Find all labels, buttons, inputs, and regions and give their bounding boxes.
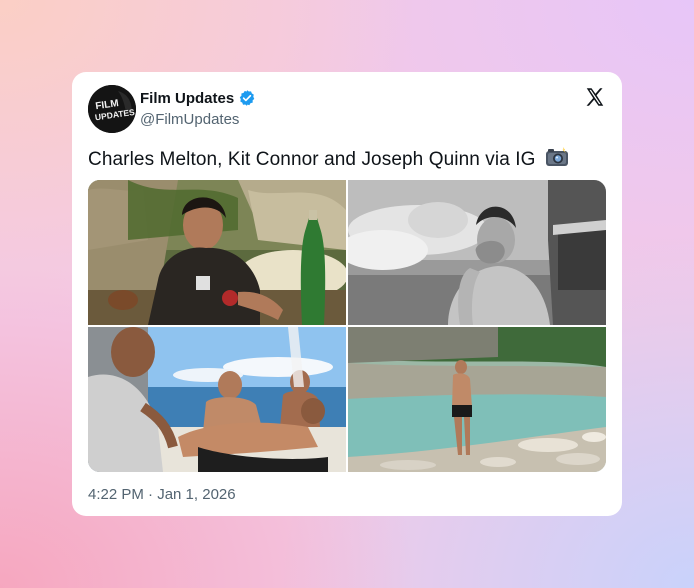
author-name[interactable]: Film Updates xyxy=(140,90,234,107)
x-logo-icon[interactable] xyxy=(584,86,606,108)
media-grid xyxy=(88,180,606,472)
tweet-text: Charles Melton, Kit Connor and Joseph Qu… xyxy=(88,146,569,174)
tweet-card: FILM UPDATES Film Updates @FilmUpdates C… xyxy=(72,72,622,516)
author-handle[interactable]: @FilmUpdates xyxy=(140,111,239,128)
photo-man-lighting-cigarette-bw[interactable] xyxy=(348,180,606,325)
verified-badge-icon xyxy=(238,89,256,107)
author-avatar[interactable]: FILM UPDATES xyxy=(88,85,136,133)
photo-friends-on-boat[interactable] xyxy=(88,327,346,472)
photo-man-at-table-outdoor[interactable] xyxy=(88,180,346,325)
camera-with-flash-icon xyxy=(545,146,569,174)
film-updates-logo: FILM UPDATES xyxy=(88,85,136,133)
tweet-text-content: Charles Melton, Kit Connor and Joseph Qu… xyxy=(88,149,536,170)
tweet-timestamp[interactable]: 4:22 PM · Jan 1, 2026 xyxy=(88,486,236,503)
photo-man-on-riverbank[interactable] xyxy=(348,327,606,472)
